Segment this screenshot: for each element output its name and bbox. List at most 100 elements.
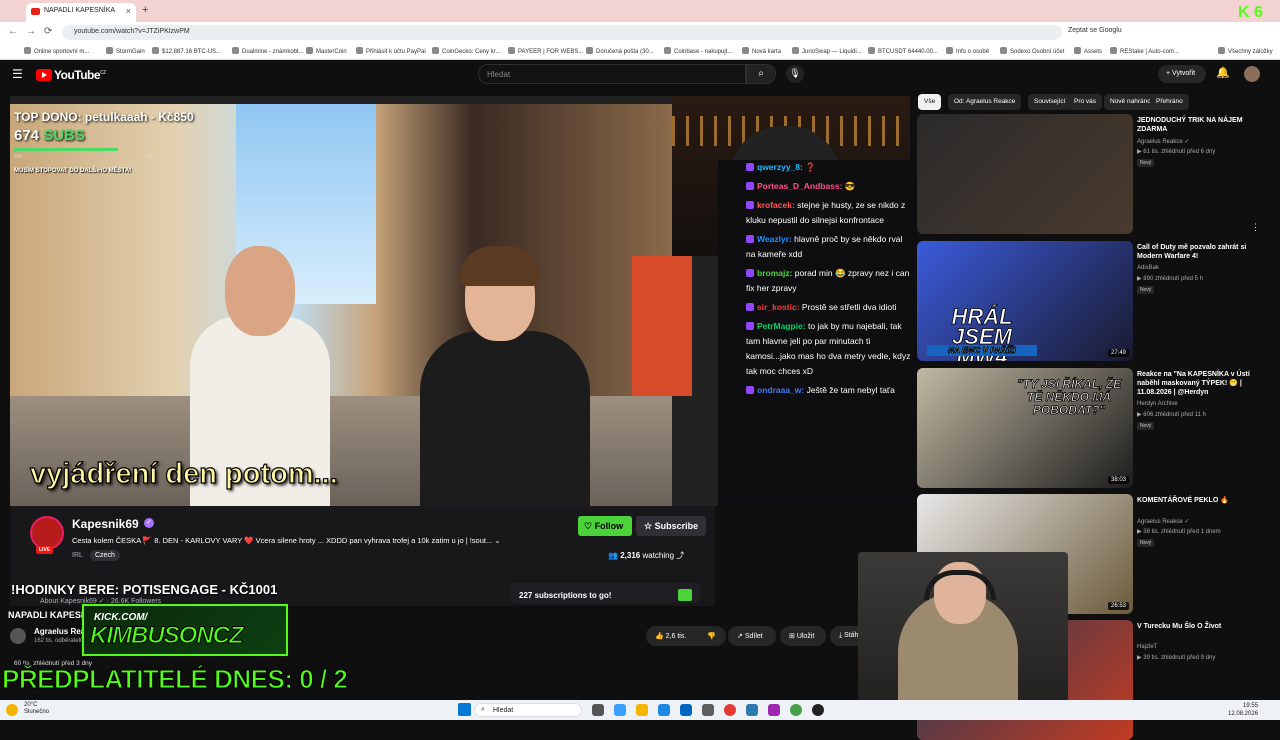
avatar[interactable] <box>1244 66 1260 82</box>
chat-username[interactable]: qwerzyy_8: <box>757 162 803 172</box>
app-icon[interactable] <box>812 704 824 716</box>
obs-icon[interactable] <box>768 704 780 716</box>
video-thumbnail[interactable]: HRÁL JSEM MW4NA EWC V PAŘÍŽI27:49 <box>917 241 1133 361</box>
video-thumbnail[interactable]: "TY JSI ŘÍKAL, ŽE TĚ NĚKDO MÁ POBODAT?" 3… <box>917 368 1133 488</box>
bookmark-icon <box>232 47 239 54</box>
channel-name[interactable]: Kapesnik69 <box>72 517 139 531</box>
category-link[interactable]: IRL <box>72 552 83 559</box>
bookmark[interactable]: Přihlásit k účtu PayPal <box>356 47 426 55</box>
save-button[interactable]: ⊞ Uložit <box>780 626 826 646</box>
close-tab-icon[interactable]: × <box>126 6 131 16</box>
chat-username[interactable]: Weazlyr: <box>757 234 792 244</box>
bookmark[interactable]: Doručená pošta (30... <box>586 47 654 55</box>
youtube-logo[interactable]: YouTubeCZ <box>36 68 106 82</box>
bookmark[interactable]: REStake | Auto-com... <box>1110 47 1179 55</box>
related-video-channel[interactable]: HajzleT <box>1137 644 1157 650</box>
language-tag[interactable]: Czech <box>90 550 120 561</box>
related-video-title[interactable]: Call of Duty mě pozvalo zahrát si Modern… <box>1137 243 1261 261</box>
filter-chip[interactable]: Související <box>1028 94 1072 110</box>
chat-username[interactable]: ondraaa_w: <box>757 385 804 395</box>
new-tab-icon[interactable]: + <box>142 4 148 16</box>
chat-username[interactable]: krofacek: <box>757 200 795 210</box>
chat-username[interactable]: sir_kostic: <box>757 302 800 312</box>
filter-chip[interactable]: Od: Agraelus Reakce <box>948 94 1022 110</box>
channel-avatar[interactable] <box>30 516 64 550</box>
bookmark[interactable]: BTCUSDT 64440.00... <box>868 47 938 55</box>
chat-username[interactable]: PetrMagpie: <box>757 321 806 331</box>
chat-username[interactable]: bromajz: <box>757 268 792 278</box>
chat-badge-icon <box>746 386 754 394</box>
related-video-title[interactable]: KOMENTÁŘOVÉ PEKLO 🔥 <box>1137 496 1261 505</box>
follow-button[interactable]: ♡ Follow <box>578 516 632 536</box>
video-thumbnail[interactable] <box>917 114 1133 234</box>
ask-google-button[interactable]: Zeptat se Googlu <box>1068 27 1122 34</box>
menu-icon[interactable]: ☰ <box>12 67 23 81</box>
filter-chip[interactable]: Vše <box>918 94 942 110</box>
bookmark[interactable]: MasterCoin <box>306 47 347 55</box>
create-button[interactable]: + Vytvořit <box>1158 65 1206 83</box>
related-video-meta: ▶ 606 zhlédnutí před 11 h <box>1137 412 1206 418</box>
start-icon[interactable] <box>458 703 471 716</box>
notifications-bell-icon[interactable]: 🔔 <box>1216 66 1230 79</box>
related-video-channel[interactable]: AdisBak <box>1137 265 1159 271</box>
bookmark[interactable]: Nová karta <box>742 47 781 55</box>
subscribe-button[interactable]: ☆ Subscribe <box>636 516 706 536</box>
channel-avatar[interactable] <box>10 628 26 644</box>
bookmark-icon <box>1000 47 1007 54</box>
related-video-title[interactable]: JEDNODUCHÝ TRIK NA NÁJEM ZDARMA <box>1137 116 1261 134</box>
filter-chip[interactable]: Pro vás <box>1068 94 1103 110</box>
bookmark[interactable]: Assets <box>1074 47 1102 55</box>
related-video-channel[interactable]: Agraelus Reakce ✓ <box>1137 138 1189 145</box>
bookmark[interactable]: StormGain <box>106 47 145 55</box>
task-view-icon[interactable] <box>592 704 604 716</box>
store-icon[interactable] <box>702 704 714 716</box>
address-bar[interactable]: youtube.com/watch?v=JTZiPKIzwPM <box>62 25 1062 40</box>
app-icon[interactable] <box>746 704 758 716</box>
bookmark[interactable]: $12,887.16 BTC-US... <box>152 47 221 55</box>
share-icon[interactable]: ⤴ <box>676 551 684 560</box>
back-icon[interactable]: ← <box>8 26 18 37</box>
chat-username[interactable]: Porteas_D_Andbass: <box>757 181 843 191</box>
browser-tab[interactable]: NAPADLI KAPESNÍKA × <box>26 3 136 22</box>
related-video[interactable]: JEDNODUCHÝ TRIK NA NÁJEM ZDARMA Agraelus … <box>917 114 1267 234</box>
dislike-icon[interactable]: 👎 <box>698 626 724 646</box>
related-video[interactable]: HRÁL JSEM MW4NA EWC V PAŘÍŽI27:49Call of… <box>917 241 1267 361</box>
bookmark[interactable]: Online sportovní m... <box>24 47 89 55</box>
share-button[interactable]: ↗ Sdílet <box>728 626 776 646</box>
bookmark[interactable]: Dualmine - známkobt... <box>232 47 304 55</box>
all-bookmarks[interactable]: Všechny záložky <box>1218 47 1273 55</box>
microphone-icon[interactable]: 🎙 <box>786 65 804 83</box>
bookmark[interactable]: Info o osobě <box>946 47 989 55</box>
related-video-meta: ▶ 61 tis. zhlédnutí před 6 dny <box>1137 149 1216 155</box>
widgets-icon[interactable] <box>614 704 626 716</box>
chat-badge-icon <box>746 322 754 330</box>
weather-widget[interactable]: 20°C Slunečno <box>24 702 49 716</box>
taskbar-search[interactable]: ⌕ Hledat <box>474 703 582 717</box>
edge-icon[interactable] <box>658 704 670 716</box>
forward-icon[interactable]: → <box>26 26 36 37</box>
bookmark[interactable]: PAYEER | FOR WEBS... <box>508 47 583 55</box>
search-icon[interactable]: ⌕ <box>746 64 776 84</box>
reload-icon[interactable]: ⟳ <box>44 26 52 37</box>
related-video-title[interactable]: V Turecku Mu Šlo O Život <box>1137 622 1261 631</box>
related-video-meta: ▶ 890 zhlédnutí před 5 h <box>1137 276 1203 282</box>
app-icon[interactable] <box>790 704 802 716</box>
related-video[interactable]: "TY JSI ŘÍKAL, ŽE TĚ NĚKDO MÁ POBODAT?" 3… <box>917 368 1267 488</box>
mail-icon[interactable] <box>680 704 692 716</box>
filter-chip[interactable]: Přehráno <box>1150 94 1189 110</box>
bookmark[interactable]: CoinGecko: Ceny kr... <box>432 47 500 55</box>
related-video-channel[interactable]: Herdyn Archive <box>1137 401 1178 407</box>
chrome-icon[interactable] <box>724 704 736 716</box>
thumbnail-subtext: NA EWC V PAŘÍŽI <box>927 345 1037 356</box>
chat-badge-icon <box>746 201 754 209</box>
bookmark[interactable]: Coinbase - nakupujt... <box>664 47 732 55</box>
related-video-channel[interactable]: Agraelus Reakce ✓ <box>1137 518 1189 525</box>
file-explorer-icon[interactable] <box>636 704 648 716</box>
system-clock[interactable]: 19:55 12.08.2026 <box>1228 702 1258 718</box>
bookmark[interactable]: Sodexo Osobní účet <box>1000 47 1064 55</box>
search-input[interactable]: Hledat <box>478 64 746 84</box>
bookmark[interactable]: JunoSwap — Liquidi... <box>792 47 862 55</box>
related-video-title[interactable]: Reakce na "Na KAPESNÍKA v Ústí naběhl ma… <box>1137 370 1261 397</box>
filter-chip[interactable]: Nově nahráno <box>1104 94 1157 110</box>
more-options-icon[interactable]: ⋮ <box>1251 222 1260 233</box>
